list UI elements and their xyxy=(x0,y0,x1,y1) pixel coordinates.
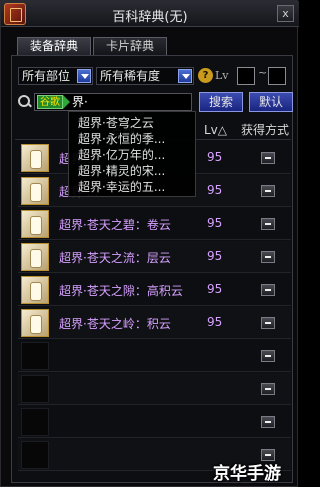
suggestion-item[interactable]: 超界·苍穹之云 xyxy=(78,114,154,131)
lv-max-input[interactable] xyxy=(268,67,286,85)
suggestion-item[interactable]: 超界·精灵的宋... xyxy=(78,162,165,179)
table-row[interactable]: 超界·苍天之隙：高积云 95 xyxy=(18,274,291,306)
lv-label: Lv xyxy=(215,69,229,82)
table-row[interactable]: 超界·苍天之岭：积云 95 xyxy=(18,307,291,339)
empty-slot xyxy=(21,441,49,469)
item-level: 95 xyxy=(207,315,223,329)
suggestion-item[interactable]: 超界·永恒的季... xyxy=(78,130,165,147)
item-level: 95 xyxy=(207,282,223,296)
item-icon xyxy=(21,309,49,337)
rarity-select[interactable]: 所有稀有度 xyxy=(96,67,194,85)
table-row[interactable]: 超界·苍天之碧：卷云 95 xyxy=(18,208,291,240)
item-level: 95 xyxy=(207,183,223,197)
encyclopedia-window: 百科辞典(无) x 装备辞典 卡片辞典 所有部位 所有稀有度 ? Lv ~ 谷歌… xyxy=(0,0,299,487)
tab-equipment[interactable]: 装备辞典 xyxy=(17,37,92,55)
title-bar[interactable]: 百科辞典(无) x xyxy=(1,1,299,27)
minus-icon[interactable] xyxy=(261,317,275,329)
column-header-lv[interactable]: Lv△ xyxy=(204,121,227,139)
item-level: 95 xyxy=(207,150,223,164)
chevron-down-icon[interactable] xyxy=(77,69,91,83)
watermark: 京华手游 xyxy=(213,464,281,484)
tab-bar: 装备辞典 卡片辞典 xyxy=(17,37,168,55)
rarity-select-value: 所有稀有度 xyxy=(100,69,161,83)
window-title: 百科辞典(无) xyxy=(112,10,188,25)
suggestion-item[interactable]: 超界·幸运的五... xyxy=(78,178,165,195)
close-button[interactable]: x xyxy=(277,5,294,22)
suggestion-item[interactable]: 超界·亿万年的... xyxy=(78,146,165,163)
ime-arrow-icon xyxy=(63,95,70,109)
search-button[interactable]: 搜索 xyxy=(199,92,243,112)
item-name: 超界·苍天之流：层云 xyxy=(59,251,171,265)
column-header-obtain[interactable]: 获得方式 xyxy=(241,121,289,139)
search-input[interactable]: 谷歌 界· xyxy=(34,93,192,111)
help-icon[interactable]: ? xyxy=(198,68,213,83)
minus-icon[interactable] xyxy=(261,284,275,296)
empty-slot xyxy=(21,342,49,370)
minus-icon[interactable] xyxy=(261,218,275,230)
item-name: 超界·苍天之隙：高积云 xyxy=(59,284,183,298)
search-icon xyxy=(18,95,31,108)
item-name: 超界·苍天之岭：积云 xyxy=(59,317,171,331)
minus-icon[interactable] xyxy=(261,350,275,362)
part-select-value: 所有部位 xyxy=(22,69,71,83)
default-button[interactable]: 默认 xyxy=(249,92,293,112)
search-input-value: 界· xyxy=(72,95,88,109)
tab-cards[interactable]: 卡片辞典 xyxy=(93,37,168,55)
lv-separator: ~ xyxy=(258,66,268,79)
empty-slot xyxy=(21,408,49,436)
minus-icon[interactable] xyxy=(261,152,275,164)
minus-icon[interactable] xyxy=(261,416,275,428)
ime-indicator: 谷歌 xyxy=(37,95,63,109)
item-icon xyxy=(21,276,49,304)
item-level: 95 xyxy=(207,249,223,263)
lv-min-input[interactable] xyxy=(237,67,255,85)
chevron-down-icon[interactable] xyxy=(178,69,192,83)
item-name: 超界·苍天之碧：卷云 xyxy=(59,218,171,232)
empty-row xyxy=(18,340,291,372)
item-icon xyxy=(21,144,49,172)
autocomplete-dropdown: 超界·苍穹之云 超界·永恒的季... 超界·亿万年的... 超界·精灵的宋...… xyxy=(68,111,196,197)
table-row[interactable]: 超界·苍天之流：层云 95 xyxy=(18,241,291,273)
item-icon xyxy=(21,210,49,238)
minus-icon[interactable] xyxy=(261,383,275,395)
item-level: 95 xyxy=(207,216,223,230)
empty-row xyxy=(18,373,291,405)
empty-slot xyxy=(21,375,49,403)
part-select[interactable]: 所有部位 xyxy=(18,67,93,85)
item-icon xyxy=(21,243,49,271)
item-icon xyxy=(21,177,49,205)
minus-icon[interactable] xyxy=(261,185,275,197)
empty-row xyxy=(18,406,291,438)
minus-icon[interactable] xyxy=(261,251,275,263)
